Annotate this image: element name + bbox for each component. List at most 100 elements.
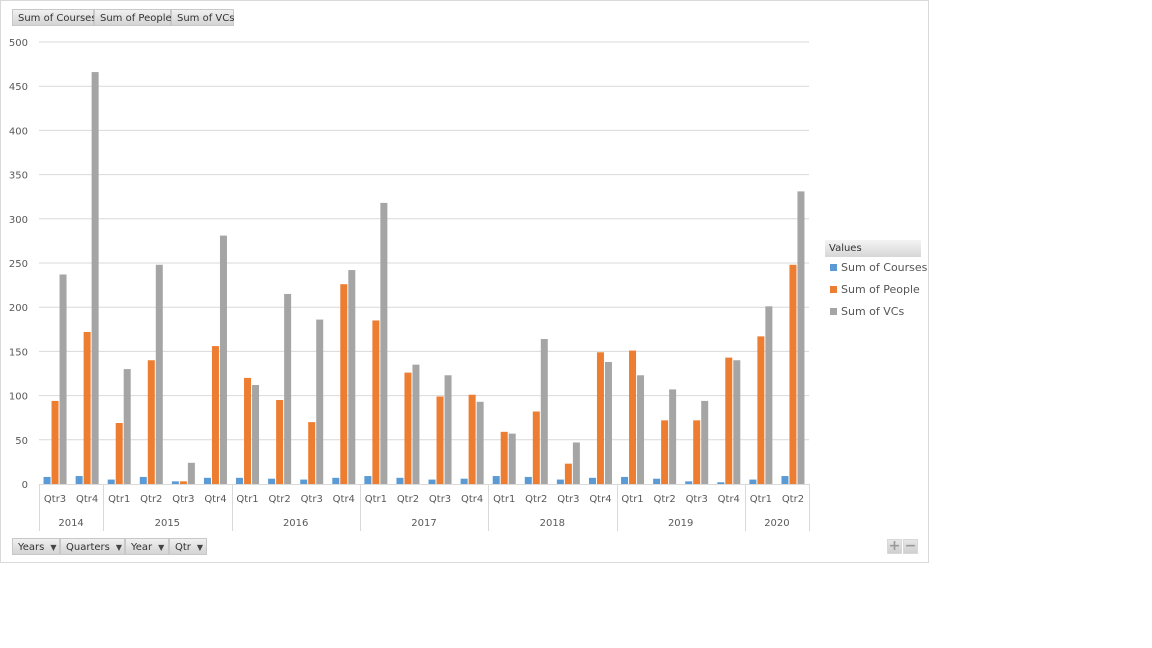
- y-tick-label: 350: [9, 171, 28, 182]
- quarter-label: Qtr4: [461, 494, 483, 505]
- bar-sum-of-vcs: [348, 270, 356, 484]
- bar-sum-of-vcs: [155, 264, 163, 484]
- year-label: 2020: [764, 518, 789, 529]
- bar-sum-of-courses: [268, 478, 276, 484]
- bar-sum-of-vcs: [733, 360, 741, 484]
- quarter-label: Qtr4: [204, 494, 226, 505]
- bar-sum-of-vcs: [412, 364, 420, 484]
- dropdown-arrow-icon: ▼: [196, 543, 204, 552]
- legend-swatch-courses: [830, 264, 837, 271]
- bar-sum-of-people: [436, 396, 444, 484]
- bar-sum-of-people: [179, 481, 187, 484]
- quarter-label: Qtr1: [365, 494, 387, 505]
- field-button-years[interactable]: Years ▼: [12, 538, 60, 555]
- quarter-label: Qtr3: [172, 494, 194, 505]
- legend-swatch-vcs: [830, 308, 837, 315]
- quarter-label: Qtr4: [718, 494, 740, 505]
- bar-sum-of-courses: [556, 479, 564, 484]
- bar-sum-of-people: [596, 352, 604, 484]
- bar-sum-of-people: [789, 264, 797, 484]
- bar-sum-of-vcs: [284, 293, 292, 484]
- bar-sum-of-courses: [300, 479, 308, 484]
- legend-item-courses: Sum of Courses: [825, 257, 927, 279]
- quarter-label: Qtr1: [493, 494, 515, 505]
- bar-sum-of-courses: [203, 477, 211, 484]
- bar-sum-of-people: [564, 463, 572, 484]
- y-tick-label: 300: [9, 215, 28, 226]
- bar-sum-of-courses: [107, 479, 115, 484]
- field-button-quarters[interactable]: Quarters ▼: [60, 538, 125, 555]
- pivot-chart: 0 50 100 150 200 250 300 350 400 450 500 2014 2015 20…: [9, 38, 810, 531]
- y-tick-label: 200: [9, 303, 28, 314]
- bar-sum-of-people: [147, 360, 155, 484]
- bar-sum-of-vcs: [797, 191, 805, 484]
- pivot-chart-frame: Sum of Courses Sum of People Sum of VCs 0 5…: [0, 0, 929, 563]
- year-label: 2015: [155, 518, 180, 529]
- collapse-field-button[interactable]: −: [903, 539, 918, 554]
- bar-sum-of-people: [83, 331, 91, 484]
- bar-sum-of-people: [51, 400, 59, 484]
- bar-sum-of-courses: [717, 482, 725, 484]
- year-label: 2019: [668, 518, 693, 529]
- bar-sum-of-vcs: [444, 375, 452, 484]
- expand-field-button[interactable]: +: [887, 539, 902, 554]
- bar-sum-of-courses: [781, 476, 789, 484]
- bar-sum-of-vcs: [123, 369, 131, 484]
- legend-title: Values: [825, 240, 921, 257]
- y-tick-label: 0: [22, 480, 28, 491]
- bar-sum-of-people: [725, 357, 733, 484]
- field-button-label: Qtr: [175, 542, 191, 553]
- bar-sum-of-courses: [685, 481, 693, 484]
- field-button-year[interactable]: Year ▼: [125, 538, 169, 555]
- bar-sum-of-vcs: [91, 72, 99, 484]
- bar-sum-of-courses: [653, 478, 661, 484]
- bar-sum-of-vcs: [187, 462, 195, 484]
- bar-sum-of-people: [532, 411, 540, 484]
- bar-sum-of-vcs: [540, 339, 548, 484]
- dropdown-arrow-icon: ▼: [158, 543, 165, 552]
- bar-sum-of-vcs: [476, 401, 484, 484]
- bar-sum-of-courses: [75, 476, 83, 484]
- bar-sum-of-courses: [524, 476, 532, 484]
- quarter-label: Qtr4: [333, 494, 355, 505]
- bar-sum-of-vcs: [59, 274, 67, 484]
- y-tick-label: 250: [9, 259, 28, 270]
- legend-swatch-people: [830, 286, 837, 293]
- legend-item-people: Sum of People: [825, 279, 921, 301]
- year-label: 2018: [540, 518, 565, 529]
- quarter-label: Qtr2: [268, 494, 290, 505]
- bar-sum-of-courses: [428, 479, 436, 484]
- y-tick-label: 450: [9, 82, 28, 93]
- bar-sum-of-people: [661, 420, 669, 484]
- y-tick-label: 50: [15, 436, 28, 447]
- quarter-label: Qtr4: [589, 494, 611, 505]
- y-tick-label: 150: [9, 347, 28, 358]
- field-button-qtr[interactable]: Qtr ▼: [169, 538, 207, 555]
- bar-sum-of-people: [468, 394, 476, 484]
- bar-sum-of-courses: [621, 476, 629, 484]
- plus-icon: +: [888, 538, 901, 554]
- y-tick-label: 100: [9, 392, 28, 403]
- bar-sum-of-people: [244, 377, 252, 484]
- bar-sum-of-people: [404, 372, 412, 484]
- bar-sum-of-people: [629, 350, 637, 484]
- legend-item-vcs: Sum of VCs: [825, 301, 921, 323]
- bar-sum-of-courses: [749, 479, 757, 484]
- quarter-label: Qtr2: [140, 494, 162, 505]
- bar-sum-of-vcs: [765, 306, 773, 484]
- legend: Values Sum of Courses Sum of People Sum …: [825, 240, 927, 323]
- bar-sum-of-vcs: [380, 202, 388, 484]
- bar-sum-of-people: [308, 422, 316, 484]
- quarter-label: Qtr2: [653, 494, 675, 505]
- bar-sum-of-people: [500, 431, 508, 484]
- quarter-label: Qtr1: [236, 494, 258, 505]
- bar-sum-of-courses: [171, 481, 179, 484]
- bar-sum-of-courses: [364, 476, 372, 484]
- bar-sum-of-courses: [588, 477, 596, 484]
- quarter-label: Qtr2: [782, 494, 804, 505]
- bar-sum-of-courses: [139, 476, 147, 484]
- bar-sum-of-people: [340, 284, 348, 484]
- quarter-label: Qtr1: [750, 494, 772, 505]
- field-button-label: Years: [18, 542, 45, 553]
- field-button-label: Quarters: [66, 542, 110, 553]
